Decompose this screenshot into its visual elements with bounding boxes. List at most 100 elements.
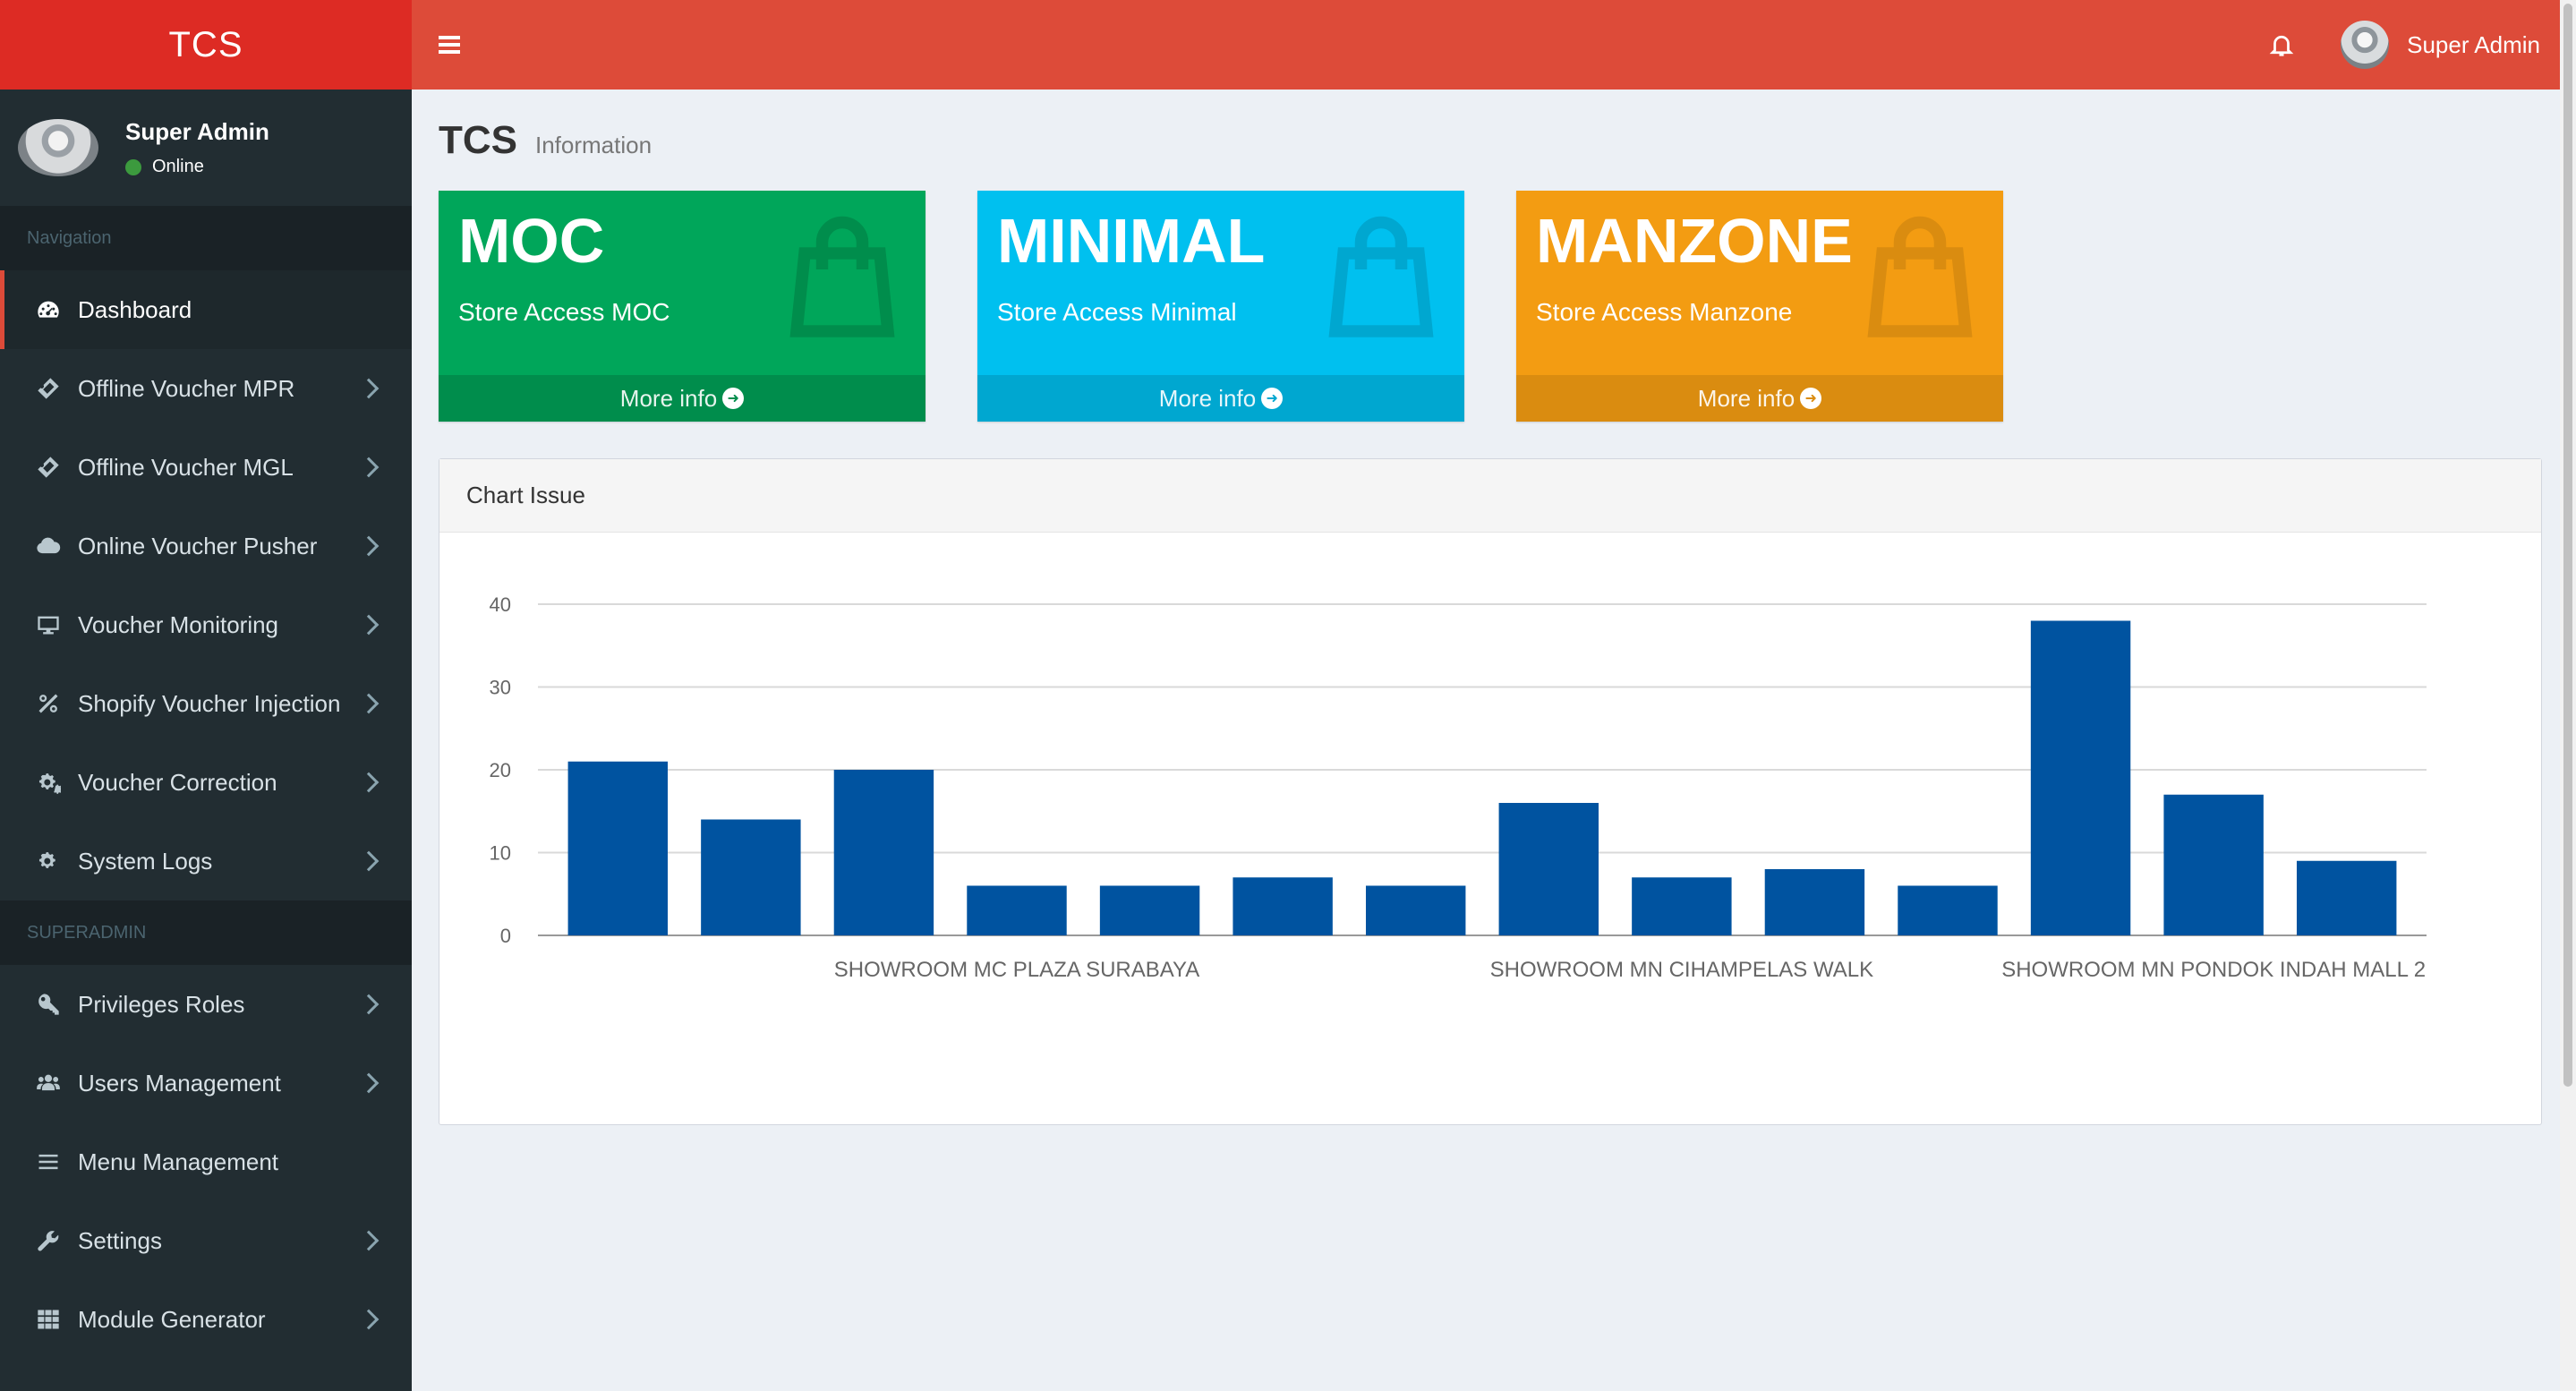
notifications-button[interactable]: [2246, 0, 2317, 90]
cogs-icon: [35, 848, 62, 875]
sidebar-item-label: Voucher Correction: [78, 768, 277, 796]
arrow-circle-right-icon: ➜: [1800, 388, 1822, 409]
x-tick-label: SHOWROOM MC PLAZA SURABAYA: [834, 958, 1200, 982]
x-tick-label: SHOWROOM MN PONDOK INDAH MALL 2: [2001, 958, 2426, 982]
chevron-right-icon: [358, 772, 380, 793]
user-panel: Super Admin Online: [0, 90, 412, 206]
chart-bar[interactable]: [2297, 860, 2397, 935]
user-info: Super Admin Online: [125, 118, 269, 177]
bar-chart: 0 10 20 30 40 SHOWROOM MC PLAZA SURABAYA SHOWR…: [490, 593, 2427, 982]
more-info-label: More info: [619, 384, 718, 412]
online-status-icon: [125, 158, 141, 175]
cogs-icon: [35, 769, 62, 796]
sidebar-item-label: Module Generator: [78, 1305, 266, 1333]
page-scrollbar[interactable]: [2560, 0, 2576, 1391]
more-info-link[interactable]: More info ➜: [977, 375, 1464, 422]
user-menu[interactable]: Super Admin: [2341, 21, 2540, 69]
user-name: Super Admin: [125, 118, 269, 145]
store-box-moc: MOC Store Access MOC More info ➜: [439, 191, 925, 422]
y-tick-label: 30: [490, 677, 511, 699]
user-status-label: Online: [152, 157, 204, 176]
wrench-icon: [35, 1227, 62, 1254]
sidebar-item-label: Privileges Roles: [78, 990, 245, 1018]
chart-bar[interactable]: [1632, 877, 1732, 935]
percent-icon: [35, 690, 62, 717]
key-icon: [35, 991, 62, 1018]
chart-bar[interactable]: [1498, 803, 1599, 935]
sidebar-item-label: Offline Voucher MPR: [78, 374, 295, 402]
chart-bar[interactable]: [1099, 885, 1200, 936]
sidebar-item-label: System Logs: [78, 847, 213, 875]
store-box-minimal: MINIMAL Store Access Minimal More info ➜: [977, 191, 1464, 422]
app-logo[interactable]: TCS: [0, 0, 412, 90]
ticket-icon: [35, 454, 62, 481]
user-avatar: [2341, 21, 2390, 69]
page-subtitle: Information: [535, 132, 653, 158]
chevron-right-icon: [358, 614, 380, 636]
sidebar-item-module-generator[interactable]: Module Generator: [0, 1280, 412, 1359]
main-content: TCS Information MOC Store Access MOC Mor…: [412, 90, 2560, 1391]
sidebar-item-label: Online Voucher Pusher: [78, 532, 318, 559]
y-tick-label: 10: [490, 842, 511, 865]
sidebar-item-label: Dashboard: [78, 295, 192, 323]
content-header: TCS Information: [439, 118, 652, 163]
chart-bar[interactable]: [2163, 794, 2264, 935]
chart-bar[interactable]: [1764, 869, 1865, 935]
users-icon: [35, 1070, 62, 1097]
sidebar-item-voucher-monitoring[interactable]: Voucher Monitoring: [0, 585, 412, 664]
y-tick-label: 40: [490, 593, 511, 616]
x-tick-label: SHOWROOM MN CIHAMPELAS WALK: [1490, 958, 1873, 982]
scrollbar-thumb[interactable]: [2563, 4, 2572, 1087]
bars-icon: [35, 1148, 62, 1175]
chart-bar[interactable]: [967, 885, 1067, 936]
chart-area: 0 10 20 30 40 SHOWROOM MC PLAZA SURABAYA SHOWR…: [439, 533, 2541, 1123]
chart-bar[interactable]: [701, 819, 801, 936]
arrow-circle-right-icon: ➜: [722, 388, 745, 409]
sidebar-item-settings[interactable]: Settings: [0, 1201, 412, 1280]
dashboard-icon: [35, 296, 62, 323]
sidebar-item-label: Shopify Voucher Injection: [78, 689, 341, 717]
chart-bar[interactable]: [1898, 885, 1998, 936]
top-user-name: Super Admin: [2407, 30, 2540, 58]
sidebar-item-system-logs[interactable]: System Logs: [0, 822, 412, 900]
more-info-link[interactable]: More info ➜: [1516, 375, 2003, 422]
shopping-bag-icon: [775, 210, 909, 345]
sidebar-item-label: Settings: [78, 1226, 162, 1254]
store-box-manzone: MANZONE Store Access Manzone More info ➜: [1516, 191, 2003, 422]
sidebar-item-users-management[interactable]: Users Management: [0, 1044, 412, 1122]
sidebar-item-voucher-correction[interactable]: Voucher Correction: [0, 743, 412, 822]
chevron-right-icon: [358, 457, 380, 478]
desktop-icon: [35, 611, 62, 638]
chart-bar[interactable]: [833, 770, 934, 935]
chart-bar[interactable]: [1233, 877, 1333, 935]
nav-section-header-navigation: Navigation: [0, 206, 412, 270]
chart-bar[interactable]: [2030, 620, 2131, 936]
chevron-right-icon: [358, 1230, 380, 1251]
nav-section-header-superadmin: SUPERADMIN: [0, 900, 412, 965]
shopping-bag-icon: [1314, 210, 1448, 345]
more-info-label: More info: [1697, 384, 1796, 412]
chart-bar[interactable]: [1366, 885, 1466, 936]
y-tick-label: 20: [490, 759, 511, 781]
chevron-right-icon: [358, 693, 380, 714]
sidebar-item-shopify-voucher-injection[interactable]: Shopify Voucher Injection: [0, 664, 412, 743]
chevron-right-icon: [358, 850, 380, 872]
chart-bar[interactable]: [567, 761, 668, 935]
sidebar-item-label: Voucher Monitoring: [78, 610, 279, 638]
sidebar-item-dashboard[interactable]: Dashboard: [0, 270, 412, 349]
sidebar-item-label: Menu Management: [78, 1148, 279, 1175]
page-title: TCS: [439, 118, 517, 162]
shopping-bag-icon: [1853, 210, 1987, 345]
chevron-right-icon: [358, 378, 380, 399]
grid-icon: [35, 1306, 62, 1333]
sidebar-item-privileges-roles[interactable]: Privileges Roles: [0, 965, 412, 1044]
sidebar-item-offline-voucher-mgl[interactable]: Offline Voucher MGL: [0, 428, 412, 507]
sidebar-item-offline-voucher-mpr[interactable]: Offline Voucher MPR: [0, 349, 412, 428]
more-info-link[interactable]: More info ➜: [439, 375, 925, 422]
chart-panel: Chart Issue 0 10 20 30 40 SHOWROOM MC PLAZA S…: [439, 458, 2542, 1125]
sidebar-item-online-voucher-pusher[interactable]: Online Voucher Pusher: [0, 507, 412, 585]
sidebar-toggle-button[interactable]: [414, 0, 485, 90]
y-tick-label: 0: [500, 925, 511, 947]
sidebar-item-menu-management[interactable]: Menu Management: [0, 1122, 412, 1201]
more-info-label: More info: [1158, 384, 1257, 412]
